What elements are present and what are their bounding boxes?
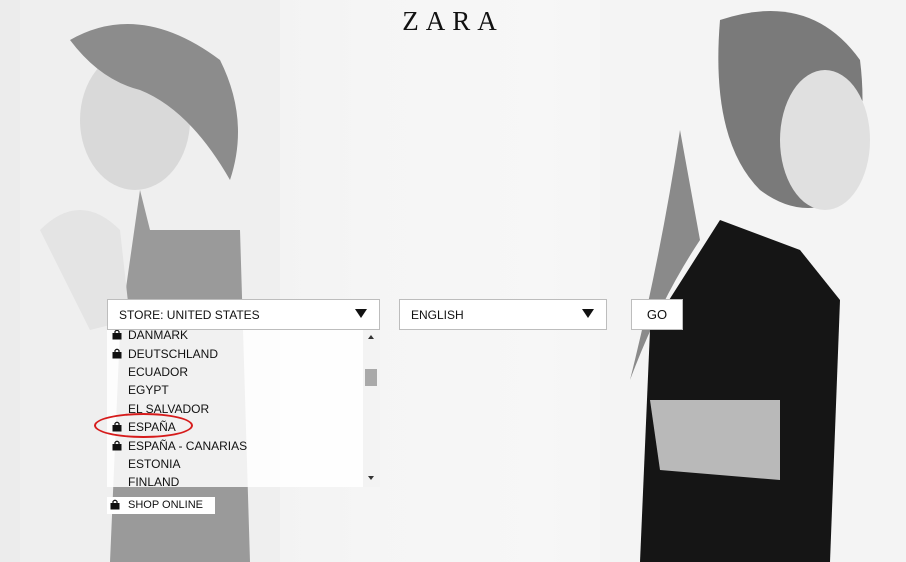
chevron-down-icon bbox=[355, 309, 367, 318]
country-list-scrollbar[interactable] bbox=[363, 330, 380, 487]
go-button[interactable]: GO bbox=[631, 299, 683, 330]
country-option[interactable]: EGYPT bbox=[107, 382, 363, 400]
shop-online-label: SHOP ONLINE bbox=[128, 499, 203, 511]
shopping-bag-icon bbox=[112, 348, 122, 359]
country-option-label: ESPAÑA - CANARIAS bbox=[128, 439, 248, 453]
language-select-label: ENGLISH bbox=[411, 308, 464, 322]
country-option-label: ECUADOR bbox=[128, 365, 189, 379]
highlight-circle bbox=[94, 413, 193, 438]
country-option-label: EGYPT bbox=[128, 383, 169, 397]
chevron-down-icon bbox=[582, 309, 594, 318]
shopping-bag-icon bbox=[112, 440, 122, 451]
store-select[interactable]: STORE: UNITED STATES bbox=[107, 299, 380, 330]
zara-logo[interactable]: ZARA bbox=[0, 6, 906, 37]
shopping-bag-icon bbox=[110, 499, 120, 510]
country-option[interactable]: DANMARK bbox=[107, 330, 363, 345]
scroll-thumb[interactable] bbox=[365, 369, 377, 386]
country-option-label: ESTONIA bbox=[128, 457, 181, 471]
country-option-label: DANMARK bbox=[128, 330, 189, 342]
country-option-label: FINLAND bbox=[128, 475, 180, 487]
model-photo-right bbox=[600, 0, 906, 562]
country-option[interactable]: ECUADOR bbox=[107, 364, 363, 382]
country-list[interactable]: DANMARK DEUTSCHLAND ECUADOR EGYPT EL SALVADO… bbox=[107, 330, 380, 487]
scroll-up-arrow-icon[interactable] bbox=[368, 335, 374, 339]
store-select-label: STORE: UNITED STATES bbox=[119, 308, 260, 322]
shopping-bag-icon bbox=[112, 330, 122, 340]
country-option[interactable]: ESTONIA bbox=[107, 456, 363, 474]
country-option-label: DEUTSCHLAND bbox=[128, 347, 219, 361]
country-option[interactable]: ESPAÑA - CANARIAS bbox=[107, 438, 363, 456]
country-option[interactable]: FINLAND bbox=[107, 474, 363, 487]
language-select[interactable]: ENGLISH bbox=[399, 299, 607, 330]
scroll-down-arrow-icon[interactable] bbox=[368, 476, 374, 480]
shop-online-legend: SHOP ONLINE bbox=[107, 497, 215, 514]
country-option[interactable]: DEUTSCHLAND bbox=[107, 346, 363, 364]
